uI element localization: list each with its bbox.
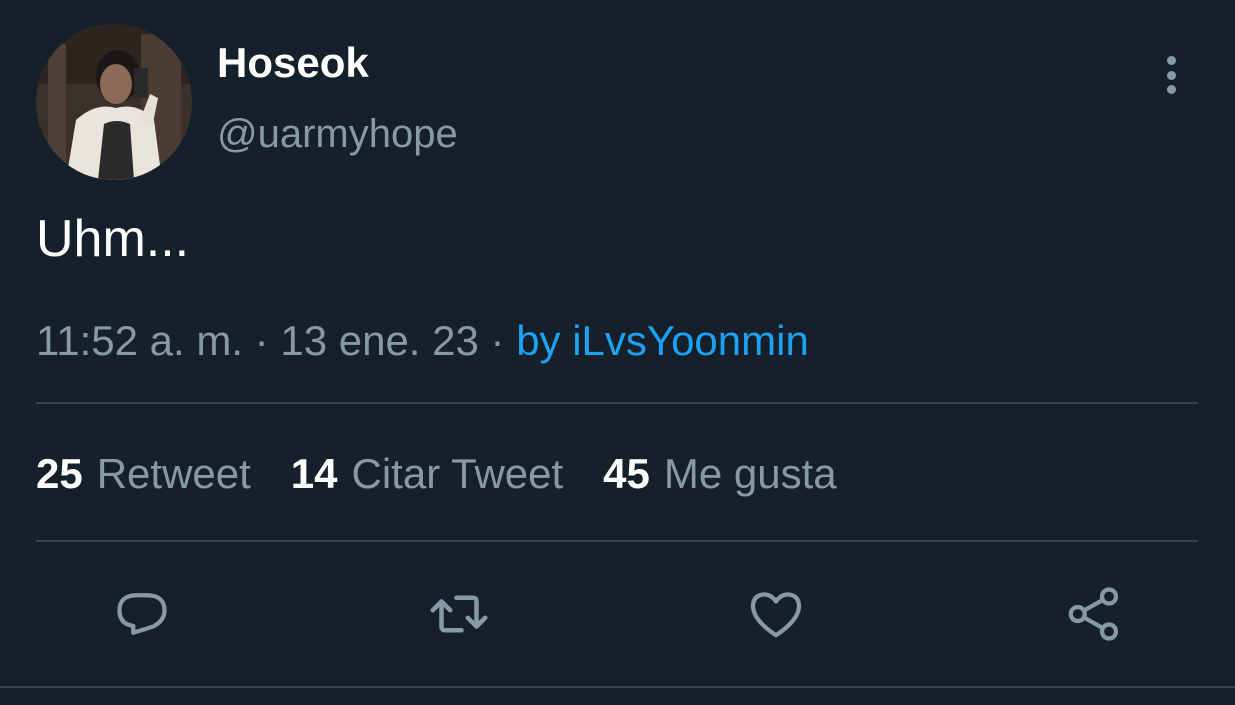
retweet-count: 25 (36, 450, 83, 497)
quote-count: 14 (290, 450, 338, 497)
vertical-ellipsis-icon-dot (1166, 70, 1176, 80)
retweet-button[interactable] (427, 582, 491, 646)
user-handle[interactable]: @uarmyhope (217, 110, 458, 158)
meta-separator: · (243, 317, 281, 364)
like-count: 45 (603, 450, 650, 497)
quote-count-stat[interactable]: 14 Citar Tweet (291, 447, 563, 501)
vertical-ellipsis-icon-dot (1166, 85, 1176, 94)
tweet-stats: 25 Retweet 14 Citar Tweet 45 Me gusta (36, 447, 877, 501)
speech-bubble-icon (117, 593, 167, 635)
like-label: Me gusta (663, 450, 837, 497)
like-button[interactable] (744, 582, 808, 646)
share-button[interactable] (1062, 582, 1126, 646)
retweet-arrows-icon (430, 595, 488, 633)
display-name[interactable]: Hoseok (217, 38, 369, 88)
tweet-source-link[interactable]: by iLvsYoonmin (516, 317, 809, 364)
avatar-photo (36, 24, 192, 180)
tweet-date[interactable]: 13 ene. 23 (280, 317, 479, 364)
like-count-stat[interactable]: 45 Me gusta (603, 447, 836, 501)
divider (36, 402, 1198, 404)
tweet-detail: Hoseok @uarmyhope Uhm... 11:52 a. m. · 1… (0, 0, 1235, 705)
vertical-ellipsis-icon (1166, 56, 1176, 65)
heart-icon (750, 592, 802, 638)
avatar[interactable] (36, 24, 192, 180)
more-options-button[interactable] (1150, 52, 1192, 98)
tweet-time[interactable]: 11:52 a. m. (36, 317, 243, 364)
share-nodes-icon (1068, 587, 1119, 641)
retweet-count-stat[interactable]: 25 Retweet (36, 447, 251, 501)
quote-label: Citar Tweet (351, 450, 564, 497)
meta-separator: · (478, 317, 517, 364)
reply-button[interactable] (110, 582, 174, 646)
tweet-metadata: 11:52 a. m. · 13 ene. 23 · by iLvsYoonmi… (36, 314, 809, 368)
tweet-text: Uhm... (36, 210, 190, 268)
divider (0, 686, 1235, 688)
divider (36, 540, 1198, 542)
retweet-label: Retweet (96, 450, 251, 497)
